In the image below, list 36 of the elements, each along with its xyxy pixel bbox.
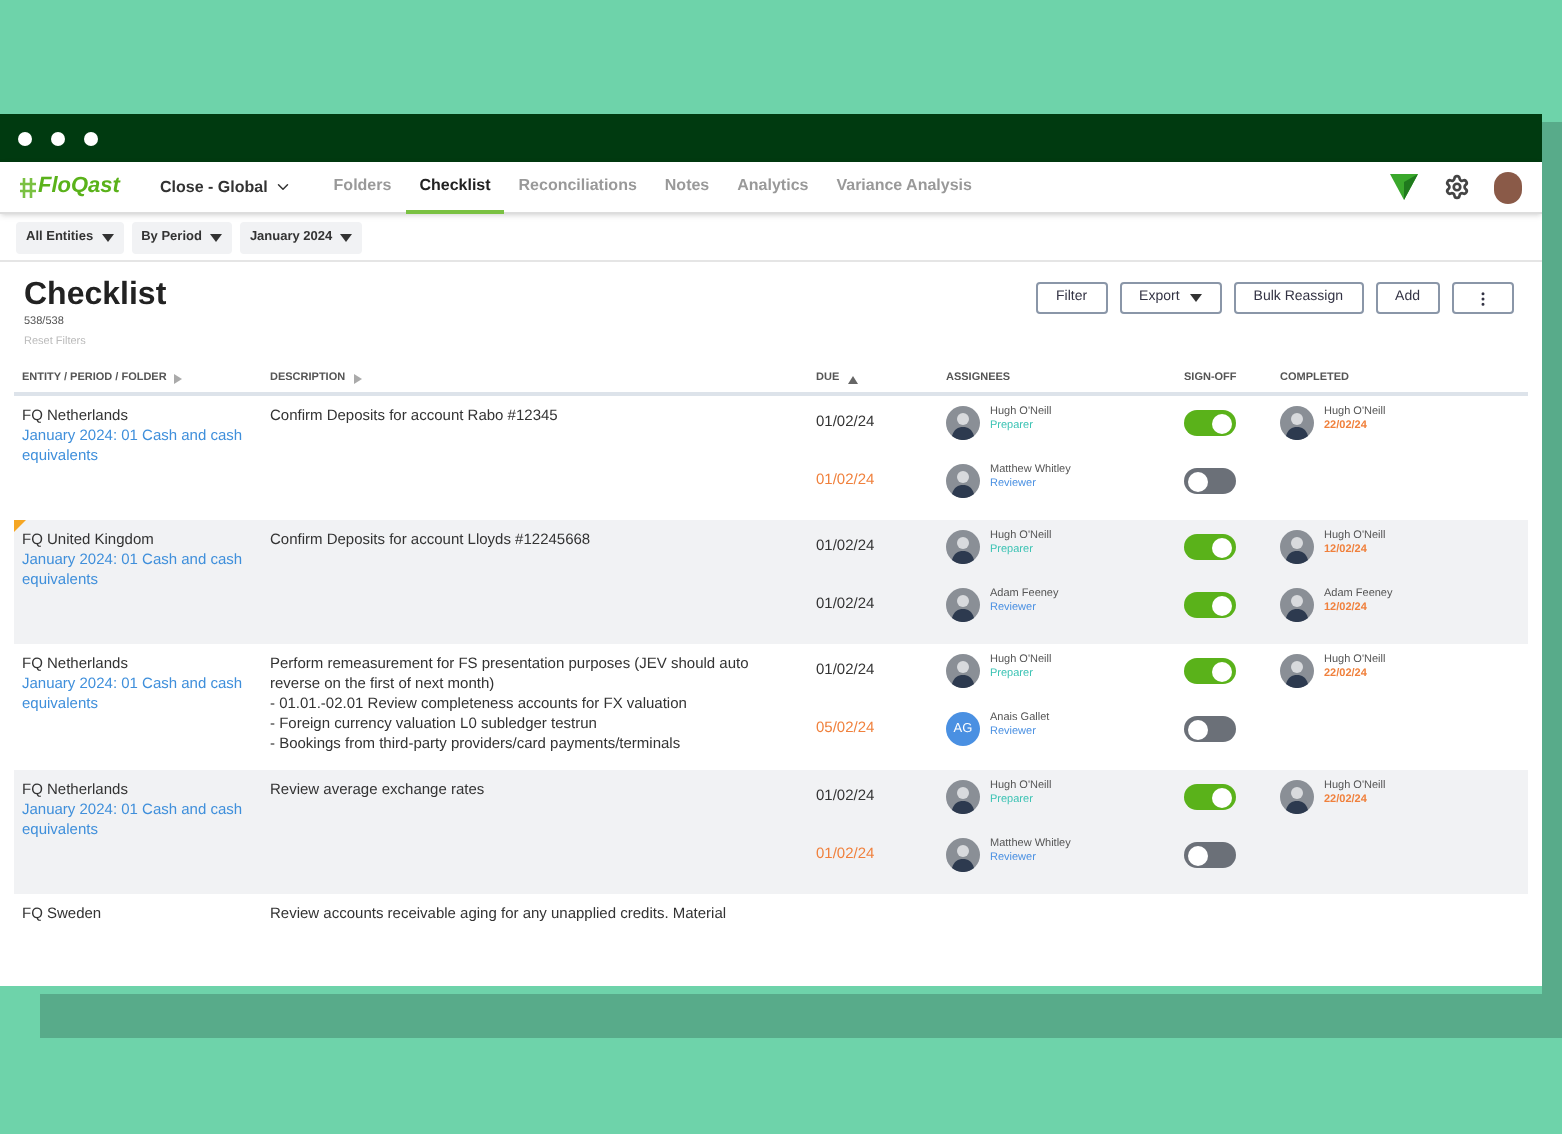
avatar-icon	[946, 588, 980, 622]
user-avatar[interactable]	[1494, 171, 1522, 203]
avatar-icon	[1280, 654, 1314, 688]
avatar-icon	[946, 530, 980, 564]
avatar-icon	[946, 464, 980, 498]
sort-icon[interactable]	[847, 375, 858, 383]
avatar-icon	[946, 780, 980, 814]
more-button[interactable]	[1452, 282, 1514, 314]
avatar-icon	[1280, 530, 1314, 564]
caret-icon	[209, 233, 222, 241]
sign-off-toggle[interactable]	[1184, 658, 1236, 684]
avatar-icon	[946, 838, 980, 872]
app-logo: FloQast	[38, 172, 120, 203]
avatar-icon	[946, 406, 980, 440]
sign-off-toggle[interactable]	[1184, 534, 1236, 560]
avatar-icon	[946, 654, 980, 688]
table-row[interactable]	[14, 520, 1528, 644]
caret-icon	[101, 233, 114, 241]
sign-off-toggle[interactable]	[1184, 784, 1236, 810]
hash-logo-icon	[20, 177, 36, 197]
nav-tab[interactable]: Checklist	[405, 161, 505, 213]
avatar-icon	[1280, 588, 1314, 622]
sign-off-toggle[interactable]	[1184, 468, 1236, 494]
brand-mark-icon[interactable]	[1390, 174, 1418, 200]
caret-icon	[340, 233, 353, 241]
sign-off-toggle[interactable]	[1184, 592, 1236, 618]
page-title: Checklist	[24, 278, 167, 314]
sign-off-toggle[interactable]	[1184, 410, 1236, 436]
chevron-icon	[273, 178, 292, 196]
caret-icon	[1189, 294, 1202, 302]
workspace-dropdown[interactable]: Close - Global	[160, 175, 292, 199]
sign-off-toggle[interactable]	[1184, 716, 1236, 742]
avatar-icon	[1280, 780, 1314, 814]
sign-off-toggle[interactable]	[1184, 842, 1236, 868]
settings-icon[interactable]	[1444, 174, 1470, 200]
avatar-icon	[1280, 406, 1314, 440]
